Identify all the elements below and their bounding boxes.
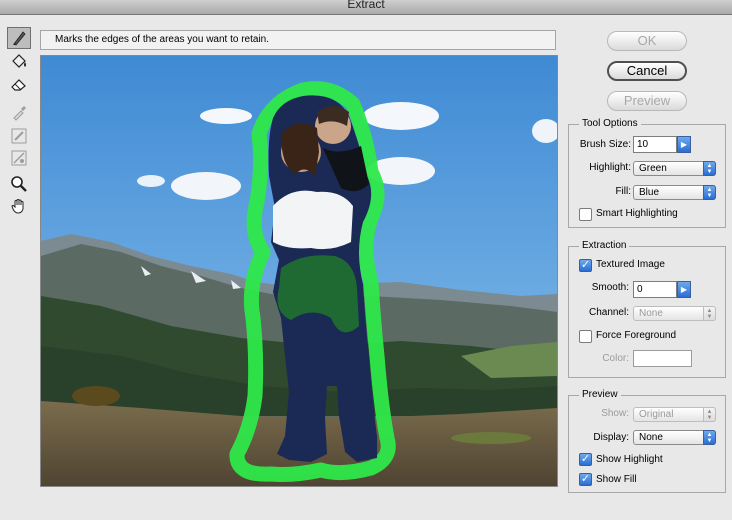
cleanup-tool[interactable] <box>7 125 31 147</box>
chevron-updown-icon: ▲ ▼ <box>703 430 716 445</box>
smooth-slider-button[interactable]: ▶ <box>677 281 691 298</box>
highlight-color-select[interactable]: Green ▲ ▼ <box>633 161 716 176</box>
cleanup-icon <box>11 128 27 144</box>
window-title-bar: Extract <box>0 0 732 15</box>
tool-hint-text: Marks the edges of the areas you want to… <box>55 34 270 45</box>
smooth-label: Smooth: <box>591 282 629 293</box>
tool-options-title: Tool Options <box>579 118 641 130</box>
highlighter-icon <box>13 31 26 46</box>
hand-tool[interactable] <box>7 195 31 217</box>
chevron-updown-icon: ▲ ▼ <box>703 306 716 321</box>
fill-color-select[interactable]: Blue ▲ ▼ <box>633 185 716 200</box>
fill-label: Fill: <box>615 186 631 197</box>
brush-size-label: Brush Size: <box>579 139 631 150</box>
chevron-updown-icon: ▲ ▼ <box>703 407 716 422</box>
chevron-updown-icon: ▲ ▼ <box>703 185 716 200</box>
eyedropper-icon <box>13 106 26 121</box>
paint-bucket-icon <box>12 54 26 68</box>
textured-image-label: Textured Image <box>596 259 665 270</box>
preview-button[interactable]: Preview <box>607 91 687 111</box>
textured-image-checkbox[interactable]: ✓ <box>579 259 592 272</box>
color-label: Color: <box>602 353 629 364</box>
show-select[interactable]: Original ▲ ▼ <box>633 407 716 422</box>
smart-highlighting-checkbox[interactable] <box>579 208 592 221</box>
cancel-button[interactable]: Cancel <box>607 61 687 81</box>
edge-highlighter-tool[interactable] <box>7 27 31 49</box>
preview-group: Preview Show: Original ▲ ▼ Display: None … <box>568 389 726 493</box>
tool-hint-bar: Marks the edges of the areas you want to… <box>40 30 556 50</box>
extraction-group: Extraction ✓ Textured Image Smooth: 0 ▶ … <box>568 240 726 378</box>
tool-options-group: Tool Options Brush Size: 10 ▶ Highlight:… <box>568 118 726 228</box>
display-value: None <box>639 432 663 443</box>
fill-color-value: Blue <box>639 187 660 198</box>
magnifier-icon <box>11 176 27 192</box>
eraser-tool[interactable] <box>7 73 31 95</box>
ok-button[interactable]: OK <box>607 31 687 51</box>
foreground-color-swatch[interactable] <box>633 350 692 367</box>
smooth-input[interactable]: 0 <box>633 281 677 298</box>
channel-select[interactable]: None ▲ ▼ <box>633 306 716 321</box>
show-fill-label: Show Fill <box>596 474 637 485</box>
smart-highlighting-label: Smart Highlighting <box>596 208 678 219</box>
brush-size-input[interactable]: 10 <box>633 136 677 153</box>
highlight-label: Highlight: <box>589 162 631 173</box>
edge-touchup-tool[interactable] <box>7 147 31 169</box>
brush-size-slider-button[interactable]: ▶ <box>677 136 691 153</box>
eraser-icon <box>11 79 26 91</box>
extraction-title: Extraction <box>579 240 630 252</box>
edge-touchup-icon <box>11 150 27 166</box>
force-foreground-label: Force Foreground <box>596 330 677 341</box>
channel-label: Channel: <box>588 307 629 318</box>
force-foreground-checkbox[interactable] <box>579 330 592 343</box>
show-highlight-checkbox[interactable]: ✓ <box>579 453 592 466</box>
show-label: Show: <box>601 408 629 419</box>
display-label: Display: <box>593 432 629 443</box>
show-fill-checkbox[interactable]: ✓ <box>579 473 592 486</box>
eyedropper-tool[interactable] <box>7 101 31 123</box>
display-select[interactable]: None ▲ ▼ <box>633 430 716 445</box>
highlight-color-value: Green <box>639 163 667 174</box>
hand-icon <box>11 199 24 214</box>
chevron-updown-icon: ▲ ▼ <box>703 161 716 176</box>
zoom-tool[interactable] <box>7 173 31 195</box>
preview-title: Preview <box>579 389 621 401</box>
tool-palette <box>7 27 33 217</box>
image-preview-canvas[interactable] <box>40 55 558 487</box>
window-title: Extract <box>347 0 385 11</box>
show-value: Original <box>639 409 674 420</box>
channel-value: None <box>639 308 663 319</box>
show-highlight-label: Show Highlight <box>596 454 663 465</box>
photo-couple-mountains <box>41 56 557 486</box>
fill-tool[interactable] <box>7 51 31 73</box>
